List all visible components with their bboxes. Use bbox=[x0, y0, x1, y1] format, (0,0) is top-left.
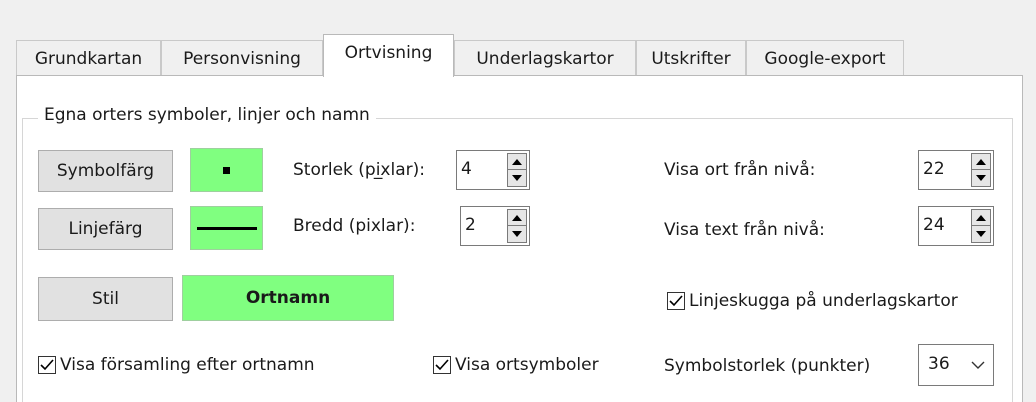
show-place-level-label: Visa ort från nivå: bbox=[664, 160, 816, 180]
spin-down-icon[interactable] bbox=[507, 226, 527, 243]
line-width-value[interactable]: 2 bbox=[465, 215, 476, 235]
spin-up-icon[interactable] bbox=[971, 209, 991, 226]
group-title: Egna orters symboler, linjer och namn bbox=[38, 105, 376, 125]
symbol-color-button[interactable]: Symbolfärg bbox=[38, 150, 173, 192]
symbol-size-points-select[interactable]: 36 bbox=[918, 344, 994, 386]
tab-underlagskartor[interactable]: Underlagskartor bbox=[454, 40, 636, 76]
show-place-level-spinner[interactable]: 22 bbox=[918, 150, 994, 190]
show-text-level-spinner[interactable]: 24 bbox=[918, 206, 994, 246]
symbol-color-swatch[interactable] bbox=[190, 148, 263, 192]
spin-up-icon[interactable] bbox=[507, 153, 527, 170]
line-shadow-checkbox[interactable]: Linjeskugga på underlagskartor bbox=[667, 291, 958, 311]
line-color-swatch[interactable] bbox=[190, 206, 263, 250]
show-place-level-value[interactable]: 22 bbox=[923, 159, 945, 179]
show-text-level-value[interactable]: 24 bbox=[923, 215, 945, 235]
line-width-spinner[interactable]: 2 bbox=[460, 206, 530, 246]
symbol-preview-icon bbox=[223, 166, 230, 174]
tab-google-export[interactable]: Google-export bbox=[746, 40, 904, 76]
symbol-size-label: Storlek (pi̲xlar): bbox=[293, 160, 425, 180]
symbol-size-value[interactable]: 4 bbox=[461, 159, 472, 179]
spin-down-icon[interactable] bbox=[971, 170, 991, 187]
tab-strip: Grundkartan Personvisning Ortvisning Und… bbox=[16, 34, 1036, 77]
checkmark-icon[interactable] bbox=[433, 356, 451, 374]
line-shadow-label: Linjeskugga på underlagskartor bbox=[689, 291, 958, 311]
symbol-size-spinner[interactable]: 4 bbox=[456, 150, 530, 190]
checkmark-icon[interactable] bbox=[667, 292, 685, 310]
show-parish-label: Visa församling efter ortnamn bbox=[60, 355, 315, 375]
spin-down-icon[interactable] bbox=[971, 226, 991, 243]
spin-up-icon[interactable] bbox=[971, 153, 991, 170]
tab-grundkartan[interactable]: Grundkartan bbox=[16, 40, 161, 76]
show-parish-checkbox[interactable]: Visa församling efter ortnamn bbox=[38, 355, 315, 375]
spin-up-icon[interactable] bbox=[507, 209, 527, 226]
spin-down-icon[interactable] bbox=[507, 170, 527, 187]
tab-utskrifter[interactable]: Utskrifter bbox=[636, 40, 746, 76]
symbol-size-points-value[interactable]: 36 bbox=[928, 354, 950, 374]
line-color-button[interactable]: Linjefärg bbox=[38, 208, 173, 250]
symbol-size-points-label: Symbolstorlek (punkter) bbox=[664, 356, 871, 376]
line-width-label: Bredd (pixlar): bbox=[293, 216, 416, 236]
show-symbols-checkbox[interactable]: Visa ortsymboler bbox=[433, 355, 599, 375]
show-symbols-label: Visa ortsymboler bbox=[455, 355, 599, 375]
show-text-level-label: Visa text från nivå: bbox=[664, 220, 825, 240]
style-button[interactable]: Stil bbox=[38, 277, 173, 321]
line-preview-icon bbox=[196, 226, 257, 230]
ortnamn-preview-button[interactable]: Ortnamn bbox=[182, 275, 394, 321]
tab-ortvisning[interactable]: Ortvisning bbox=[323, 34, 454, 77]
chevron-down-icon[interactable] bbox=[971, 355, 985, 375]
checkmark-icon[interactable] bbox=[38, 356, 56, 374]
tab-personvisning[interactable]: Personvisning bbox=[161, 40, 323, 76]
